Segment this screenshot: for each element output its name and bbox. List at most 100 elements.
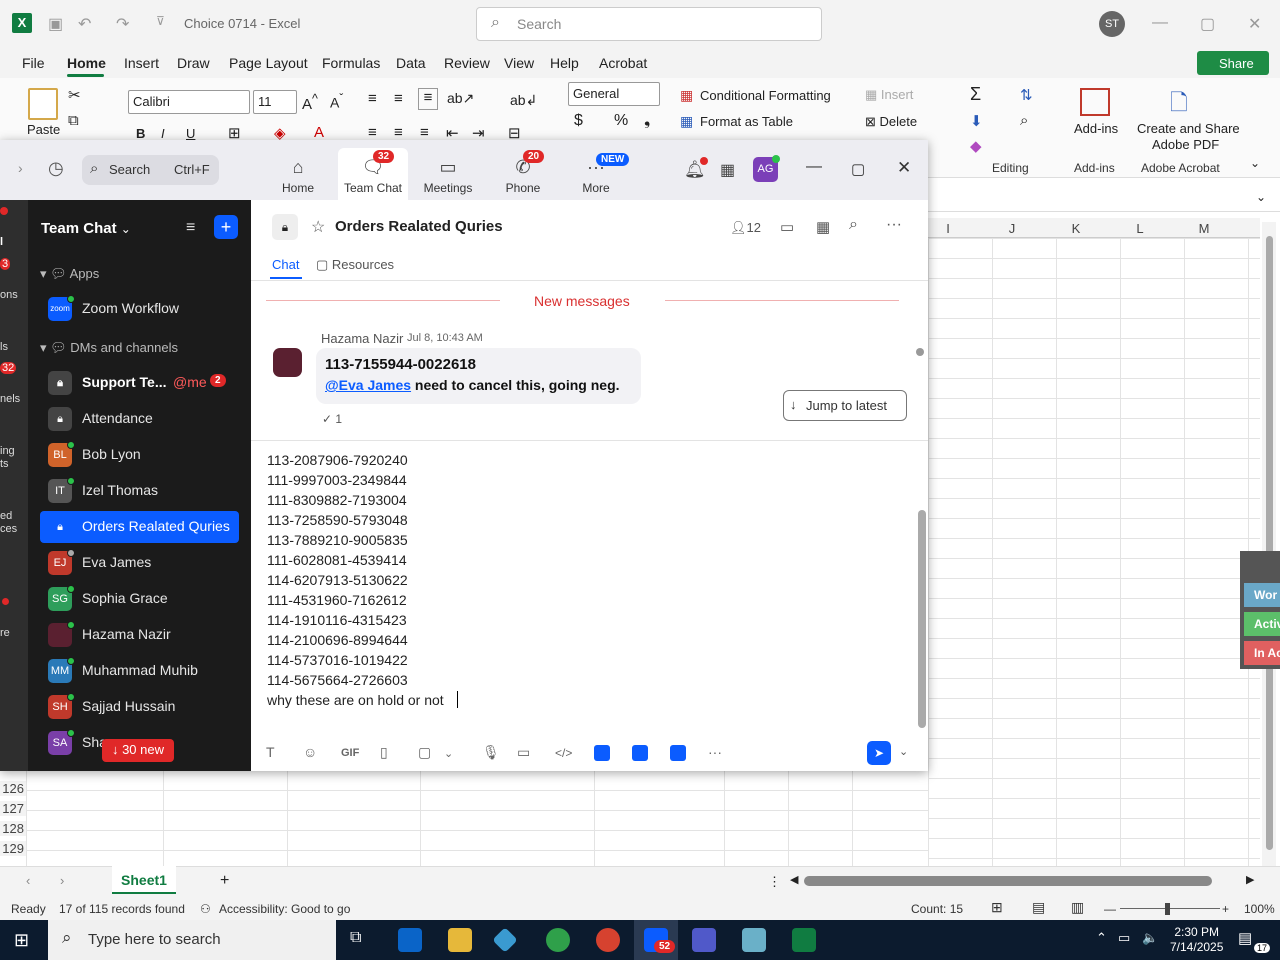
autosum-icon[interactable]: Σ — [970, 84, 981, 105]
number-format-select[interactable]: General — [568, 82, 660, 106]
zoom-slider[interactable] — [1120, 908, 1220, 909]
paste-icon[interactable] — [28, 88, 58, 120]
row-header-129[interactable]: 129 — [0, 841, 26, 856]
add-ins-label[interactable]: Add-ins — [1074, 121, 1118, 136]
expand-formula-icon[interactable]: ⌄ — [1256, 190, 1266, 204]
status-accessibility[interactable]: Accessibility: Good to go — [219, 902, 350, 916]
rail-item[interactable]: ls — [0, 341, 8, 353]
sidebar-item-sajjad-hussain[interactable]: SH Sajjad Hussain — [40, 691, 239, 723]
column-header-k[interactable]: K — [1044, 221, 1108, 236]
outlook-icon[interactable] — [398, 928, 422, 952]
nav-phone[interactable]: ✆ Phone — [483, 157, 563, 195]
chrome-profile-icon[interactable] — [596, 928, 620, 952]
emoji-icon[interactable]: ☺ — [303, 744, 317, 760]
cut-icon[interactable]: ✂ — [68, 86, 81, 104]
sidebar-item-hazama-nazir[interactable]: Hazama Nazir — [40, 619, 239, 651]
menu-draw[interactable]: Draw — [177, 55, 210, 71]
rail-item[interactable]: nels — [0, 393, 20, 405]
file-icon[interactable]: ▯ — [380, 744, 388, 761]
sidebar-item-bob-lyon[interactable]: BL Bob Lyon — [40, 439, 239, 471]
cell-grid[interactable] — [928, 238, 1260, 866]
format-as-table-button[interactable]: Format as Table — [700, 114, 793, 129]
clear-icon[interactable]: ◆ — [970, 137, 982, 155]
paste-label[interactable]: Paste — [27, 122, 60, 137]
excel-taskbar-icon[interactable] — [792, 928, 816, 952]
video-call-icon[interactable]: ▭ — [780, 218, 794, 236]
new-messages-button[interactable]: ↓ 30 new — [102, 739, 174, 762]
zoom-level[interactable]: 100% — [1244, 902, 1275, 916]
menu-insert[interactable]: Insert — [124, 55, 159, 71]
customize-quick-access-icon[interactable]: ⊽ — [156, 14, 165, 28]
page-break-view-icon[interactable]: ▥ — [1071, 899, 1084, 916]
maximize-icon[interactable]: ▢ — [1200, 14, 1215, 34]
sidebar-item-orders-related-queries[interactable]: 🔒︎ Orders Realated Quries — [40, 511, 239, 543]
menu-home[interactable]: Home — [67, 55, 106, 71]
scroll-right-icon[interactable]: ▶ — [1246, 873, 1254, 886]
sidebar-item-support-team[interactable]: 🔒︎ Support Te... @me 2 — [40, 367, 239, 399]
currency-icon[interactable]: $ — [574, 112, 583, 130]
notepad-icon[interactable] — [742, 928, 766, 952]
align-bottom-icon[interactable]: ≡ — [418, 88, 438, 110]
nav-meetings[interactable]: ▭ Meetings — [408, 157, 488, 195]
channel-title[interactable]: Orders Realated Quries — [335, 218, 503, 235]
next-sheet-icon[interactable]: › — [60, 873, 64, 888]
zoom-minimize-icon[interactable]: — — [806, 158, 822, 176]
orientation-icon[interactable]: ab↗ — [447, 90, 474, 107]
windows-start-icon[interactable]: ⊞ — [14, 930, 29, 951]
menu-data[interactable]: Data — [396, 55, 426, 71]
message-sender[interactable]: Hazama Nazir — [321, 331, 403, 346]
sheet-tab-sheet1[interactable]: Sheet1 — [112, 866, 176, 894]
collapse-ribbon-icon[interactable]: ⌄ — [1250, 156, 1260, 170]
microphone-icon[interactable]: 🎙︎ — [482, 744, 500, 761]
rail-item[interactable]: l — [0, 236, 3, 248]
screenshot-icon[interactable]: ▢ — [418, 744, 431, 761]
bold-icon[interactable]: B — [136, 126, 145, 141]
members-button[interactable]: 👤︎12 — [730, 220, 761, 236]
clock[interactable]: 2:30 PM 7/14/2025 — [1170, 925, 1223, 955]
rail-item[interactable]: ces — [0, 523, 17, 535]
history-icon[interactable]: ◷ — [48, 158, 64, 179]
adobe-pdf-label[interactable]: Adobe PDF — [1152, 137, 1219, 152]
align-right-icon[interactable]: ≡ — [420, 124, 429, 141]
zoom-slider-thumb[interactable] — [1165, 903, 1170, 915]
more-options-icon[interactable]: ··· — [886, 216, 902, 234]
decrease-font-icon[interactable]: Aˇ — [330, 92, 343, 111]
delete-cells-button[interactable]: ⊠ Delete — [865, 114, 917, 130]
comma-style-icon[interactable]: ❟ — [644, 112, 650, 130]
italic-icon[interactable]: I — [161, 126, 165, 141]
new-chat-button[interactable]: + — [214, 215, 238, 239]
schedule-icon[interactable]: ▦ — [816, 218, 830, 236]
app-integration-icon[interactable] — [594, 745, 610, 761]
rail-item[interactable]: re — [0, 627, 10, 639]
wrap-text-icon[interactable]: ab↲ — [510, 92, 537, 109]
rail-item[interactable]: ing — [0, 445, 15, 457]
align-top-icon[interactable]: ≡ — [368, 90, 377, 107]
reaction-button[interactable]: ✓ 1 — [322, 412, 342, 426]
fill-icon[interactable]: ⬇ — [970, 112, 983, 130]
rail-item[interactable]: ons — [0, 289, 18, 301]
composer-scrollbar[interactable] — [918, 510, 926, 728]
star-icon[interactable]: ☆ — [311, 217, 325, 237]
more-tools-icon[interactable]: ··· — [708, 744, 722, 760]
align-middle-icon[interactable]: ≡ — [394, 90, 403, 107]
align-left-icon[interactable]: ≡ — [368, 124, 377, 141]
close-icon[interactable]: ✕ — [1248, 14, 1261, 34]
nav-team-chat[interactable]: 🗨 Team Chat — [333, 157, 413, 195]
code-block-icon[interactable]: </> — [555, 746, 572, 760]
insert-cells-button[interactable]: ▦ Insert — [865, 87, 913, 103]
jump-to-latest-button[interactable]: ↓ Jump to latest — [783, 390, 907, 421]
chevron-down-icon[interactable]: ⌄ — [444, 747, 453, 760]
font-color-icon[interactable]: A — [314, 124, 324, 141]
workflow-app-icon[interactable] — [670, 745, 686, 761]
font-name-select[interactable]: Calibri — [128, 90, 250, 114]
dms-section-header[interactable]: ▾ 💬︎ DMs and channels — [40, 340, 178, 356]
undo-icon[interactable]: ↶ — [78, 14, 91, 34]
menu-formulas[interactable]: Formulas — [322, 55, 380, 71]
menu-page-layout[interactable]: Page Layout — [229, 55, 308, 71]
page-layout-view-icon[interactable]: ▤ — [1032, 899, 1045, 916]
nav-home[interactable]: ⌂ Home — [258, 157, 338, 195]
tab-chat[interactable]: Chat — [272, 257, 299, 272]
align-center-icon[interactable]: ≡ — [394, 124, 403, 141]
row-header-126[interactable]: 126 — [0, 781, 26, 796]
row-header-127[interactable]: 127 — [0, 801, 26, 816]
